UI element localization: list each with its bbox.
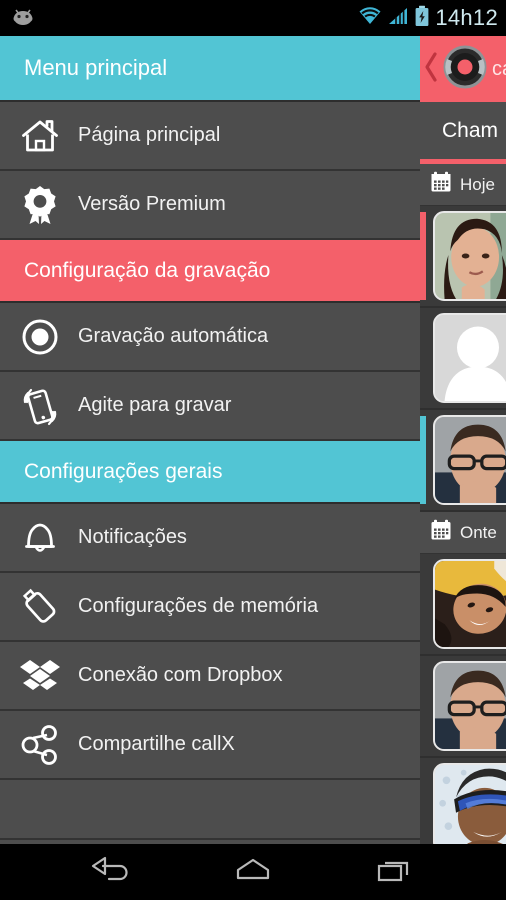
callx-record-logo-icon[interactable] <box>441 43 489 96</box>
drawer-header: Menu principal <box>0 36 420 102</box>
call-list-item[interactable] <box>420 656 506 756</box>
drawer-title: Menu principal <box>24 55 168 80</box>
share-nodes-icon <box>14 722 66 768</box>
menu-item-agite-para-gravar[interactable]: Agite para gravar <box>0 372 420 441</box>
menu-item-versao-premium[interactable]: Versão Premium <box>0 171 420 240</box>
menu-item-conexao-com-dropbox[interactable]: Conexão com Dropbox <box>0 642 420 711</box>
call-list-item[interactable] <box>420 308 506 408</box>
menu-item-label: Conexão com Dropbox <box>78 664 283 686</box>
system-navigation-bar <box>0 844 506 900</box>
contact-avatar <box>433 559 506 649</box>
contact-avatar <box>433 313 506 403</box>
call-accent-bar <box>420 212 426 300</box>
date-group-label: Onte <box>460 522 497 542</box>
calendar-icon <box>430 519 452 546</box>
cellular-signal-icon <box>387 6 409 31</box>
contact-avatar <box>433 661 506 751</box>
date-group-header: Onte <box>420 512 506 554</box>
tab-chamadas-label: Cham <box>441 118 499 142</box>
home-icon <box>14 113 66 159</box>
status-bar: 14h12 <box>0 0 506 36</box>
usb-drive-icon <box>14 584 66 630</box>
menu-item-configuracoes-de-memoria[interactable]: Configurações de memória <box>0 573 420 642</box>
call-list-item[interactable] <box>420 206 506 306</box>
call-accent-bar <box>420 416 426 504</box>
back-arrow-icon <box>89 855 133 890</box>
shake-phone-icon <box>14 383 66 429</box>
call-accent-bar <box>420 560 426 648</box>
contact-avatar <box>433 763 506 844</box>
recents-icon <box>375 855 415 890</box>
menu-item-label: Gravação automática <box>78 325 269 347</box>
menu-item-notificacoes[interactable]: Notificações <box>0 504 420 573</box>
navigation-drawer: Menu principal Página principal Versão P… <box>0 36 420 844</box>
menu-item-label: Página principal <box>78 124 221 146</box>
date-group-label: Hoje <box>460 174 495 194</box>
section-header-configuracao-da-gravacao: Configuração da gravação <box>0 240 420 303</box>
android-robot-icon <box>10 6 36 31</box>
menu-item-label: Notificações <box>78 526 187 548</box>
call-accent-bar <box>420 662 426 750</box>
menu-item-pagina-principal[interactable]: Página principal <box>0 102 420 171</box>
nav-recents-button[interactable] <box>360 850 430 894</box>
call-accent-bar <box>420 314 426 402</box>
status-bar-notifications <box>10 6 36 31</box>
phone-screen: 14h12 ca Cham <box>0 0 506 900</box>
nav-home-button[interactable] <box>218 850 288 894</box>
date-group-header: Hoje <box>420 164 506 206</box>
menu-item-compartilhe-callx[interactable]: Compartilhe callX <box>0 711 420 780</box>
section-header-label: Configuração da gravação <box>24 258 271 282</box>
menu-item-gravacao-automatica[interactable]: Gravação automática <box>0 303 420 372</box>
contact-avatar <box>433 211 506 301</box>
call-list-item[interactable] <box>420 758 506 844</box>
app-name-label: ca <box>492 57 506 80</box>
status-bar-system-icons: 14h12 <box>358 5 498 32</box>
drawer-empty-row <box>0 780 420 840</box>
tab-chamadas[interactable]: Cham <box>420 102 506 164</box>
battery-charging-icon <box>414 5 430 32</box>
app-action-bar: ca <box>420 36 506 102</box>
home-outline-icon <box>233 855 273 890</box>
back-chevron-icon[interactable] <box>424 50 438 89</box>
medal-icon <box>14 182 66 228</box>
calls-list-panel: ca Cham <box>420 36 506 844</box>
menu-item-label: Configurações de memória <box>78 595 319 617</box>
menu-item-label: Agite para gravar <box>78 394 232 416</box>
contact-avatar <box>433 415 506 505</box>
calendar-icon <box>430 171 452 198</box>
section-header-label: Configurações gerais <box>24 459 223 483</box>
wifi-icon <box>358 6 382 31</box>
call-accent-bar <box>420 764 426 844</box>
nav-back-button[interactable] <box>76 850 146 894</box>
status-bar-clock: 14h12 <box>435 5 498 30</box>
record-circle-icon <box>14 314 66 360</box>
call-list-item[interactable] <box>420 554 506 654</box>
bell-icon <box>14 515 66 561</box>
menu-item-label: Compartilhe callX <box>78 733 235 755</box>
dropbox-icon <box>14 653 66 699</box>
menu-item-label: Versão Premium <box>78 193 226 215</box>
section-header-configuracoes-gerais: Configurações gerais <box>0 441 420 504</box>
call-list-item[interactable] <box>420 410 506 510</box>
